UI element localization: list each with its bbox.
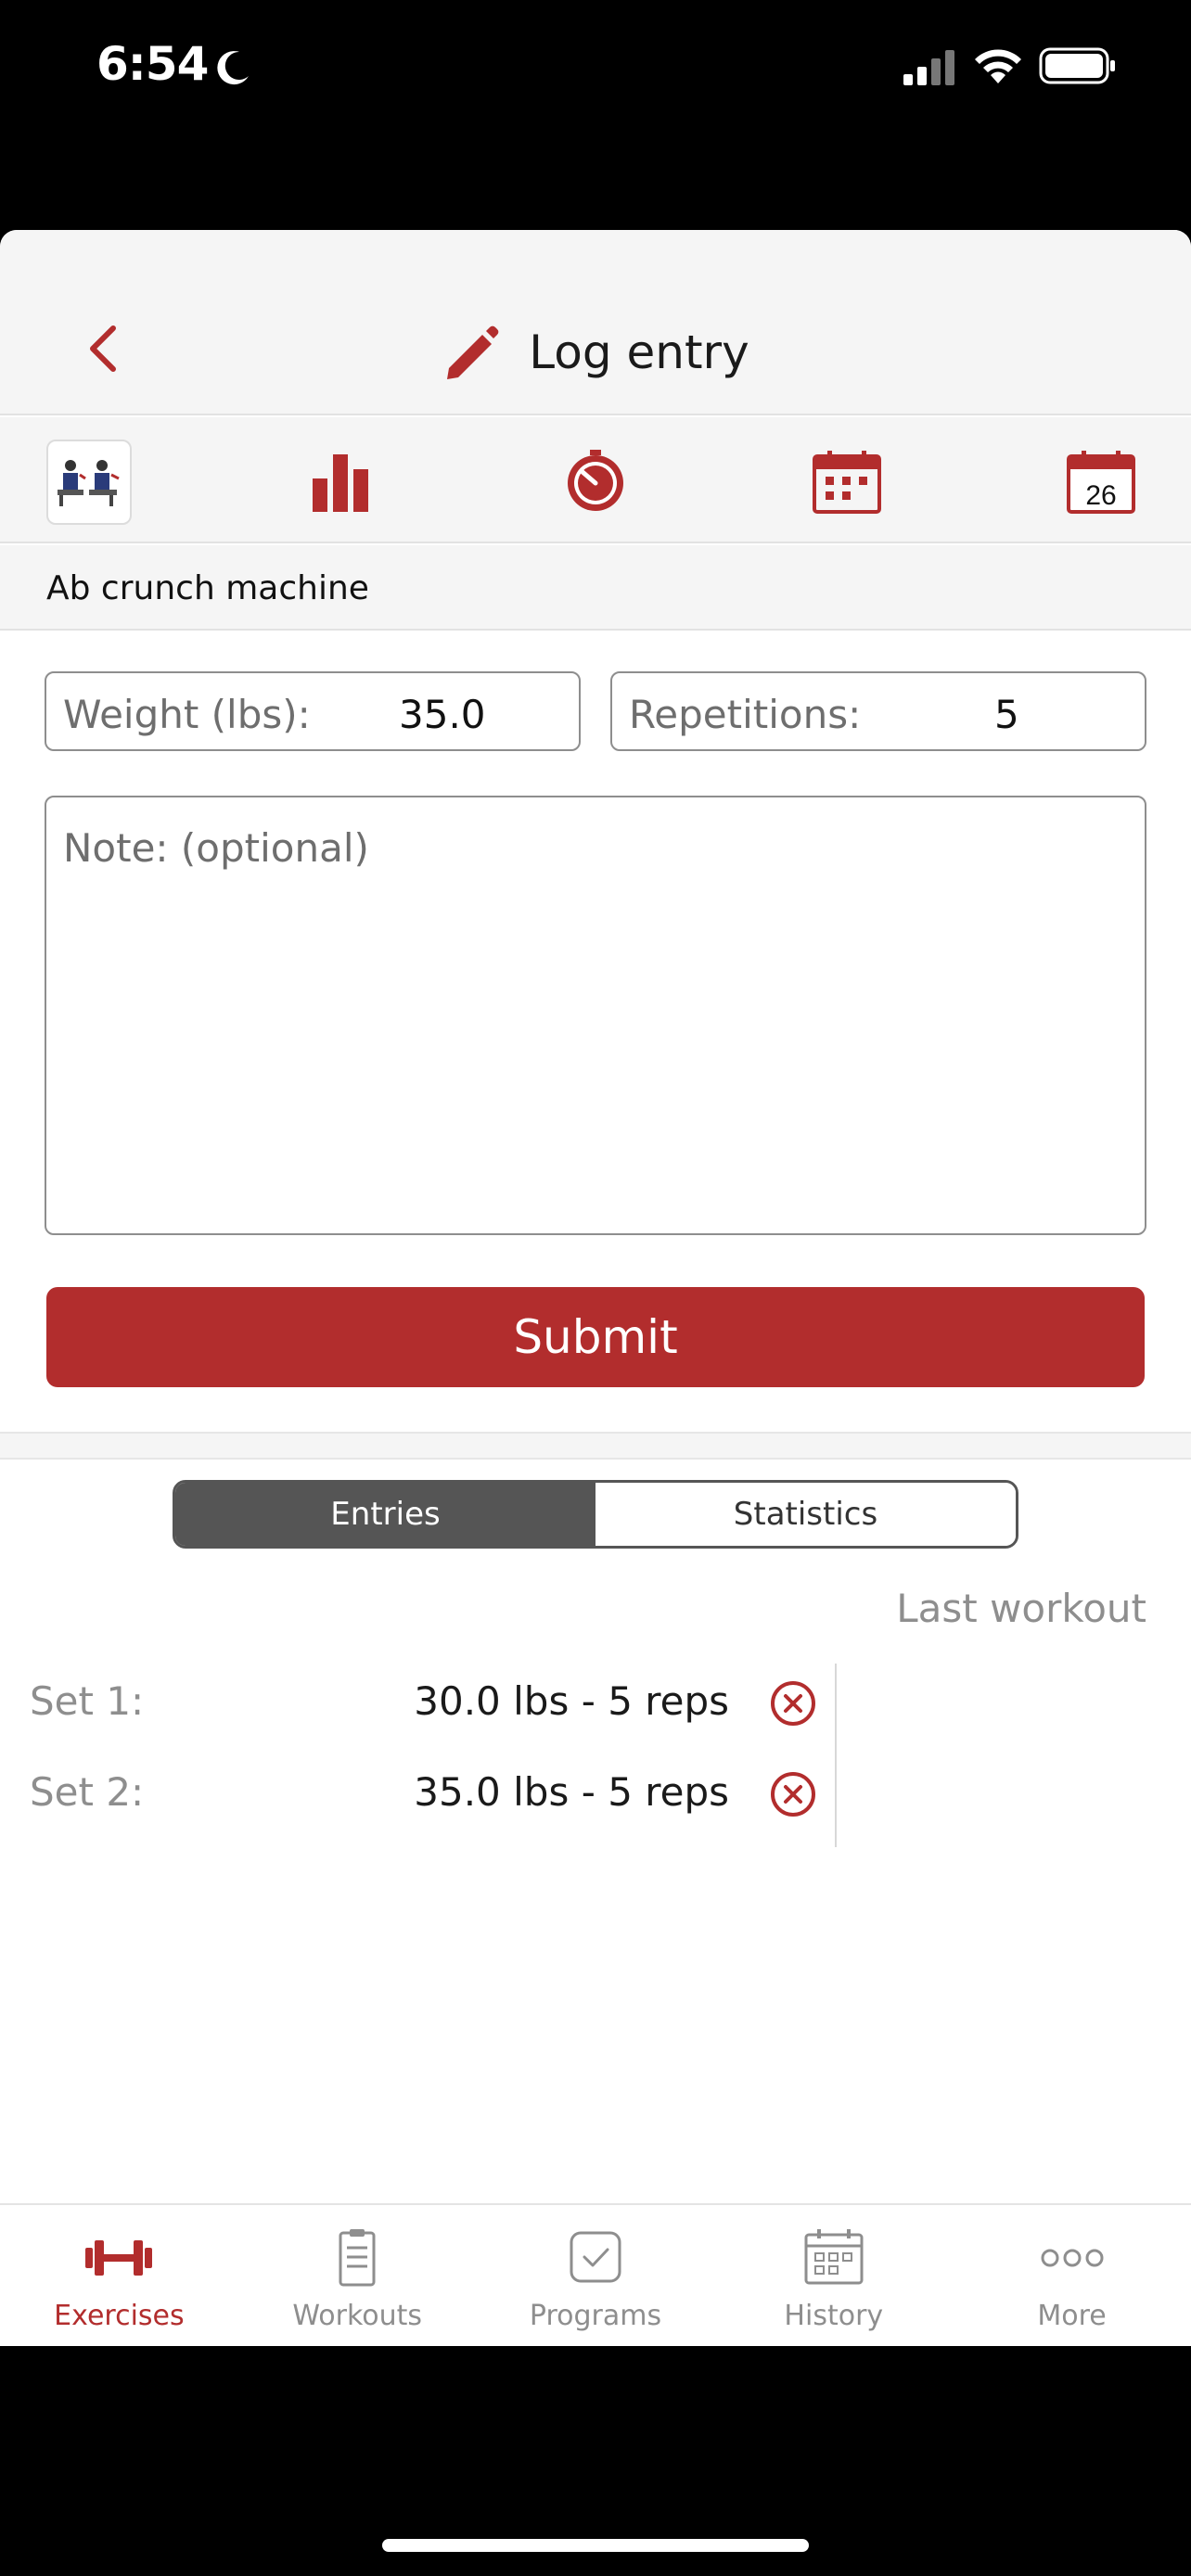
status-bar: 6:54 <box>0 0 1191 139</box>
pencil-icon <box>447 325 499 379</box>
entries-statistics-segmented-control: Entries Statistics <box>173 1480 1018 1549</box>
note-textarea[interactable]: Note: (optional) <box>45 796 1146 1235</box>
statistics-button[interactable] <box>299 440 382 523</box>
page-title: Log entry <box>529 325 749 379</box>
set-row: Set 1: 30.0 lbs - 5 reps <box>0 1658 839 1749</box>
bar-chart-icon <box>313 454 368 512</box>
tab-label: Programs <box>529 2300 662 2332</box>
set-value: 35.0 lbs - 5 reps <box>414 1769 729 1815</box>
tab-exercises[interactable]: Exercises <box>0 2205 238 2346</box>
set-row: Set 2: 35.0 lbs - 5 reps <box>0 1749 839 1840</box>
battery-icon <box>1039 47 1115 84</box>
tab-entries[interactable]: Entries <box>175 1483 596 1546</box>
calendar-icon <box>804 2229 864 2285</box>
tab-label: Exercises <box>54 2300 185 2332</box>
home-indicator <box>382 2539 809 2552</box>
note-placeholder: Note: (optional) <box>63 825 369 871</box>
exercise-name-row: Ab crunch machine <box>0 545 1191 631</box>
tab-programs[interactable]: Programs <box>477 2205 715 2346</box>
set-label: Set 1: <box>30 1678 145 1724</box>
calendar-grid-icon <box>813 451 881 514</box>
date-picker-button[interactable]: 26 <box>1059 440 1143 523</box>
repetitions-field[interactable]: Repetitions: 5 <box>610 671 1146 751</box>
tab-statistics[interactable]: Statistics <box>596 1483 1016 1546</box>
weight-label: Weight (lbs): <box>63 692 311 737</box>
set-value: 30.0 lbs - 5 reps <box>414 1678 729 1724</box>
tab-history[interactable]: History <box>714 2205 953 2346</box>
timer-icon <box>568 450 623 511</box>
last-workout-label: Last workout <box>896 1586 1146 1631</box>
tab-label: More <box>1037 2300 1107 2332</box>
exercise-thumbnail[interactable] <box>46 440 132 525</box>
wifi-icon <box>975 49 1021 83</box>
title-group: Log entry <box>0 323 1191 382</box>
cellular-signal-icon <box>903 50 954 85</box>
checkbox-icon <box>570 2231 621 2283</box>
exercise-illustration-icon <box>58 460 120 506</box>
tab-label: Workouts <box>292 2300 423 2332</box>
section-divider <box>0 1432 1191 1460</box>
clipboard-icon <box>339 2229 376 2287</box>
exercise-toolbar: 26 <box>0 417 1191 543</box>
calendar-day-number: 26 <box>1085 480 1116 511</box>
weight-value: 35.0 <box>399 692 486 737</box>
log-entry-sheet: Log entry 26 Ab crunch machine Weight (l… <box>0 230 1191 2346</box>
tab-bar: Exercises Workouts Programs History More <box>0 2203 1191 2346</box>
repetitions-label: Repetitions: <box>629 692 862 737</box>
exercise-name: Ab crunch machine <box>46 569 369 607</box>
status-time: 6:54 <box>96 37 209 91</box>
tab-label: History <box>784 2300 884 2332</box>
remove-set-icon[interactable] <box>768 1769 818 1819</box>
submit-button[interactable]: Submit <box>46 1287 1145 1387</box>
timer-button[interactable] <box>554 440 637 523</box>
sets-list: Set 1: 30.0 lbs - 5 reps Set 2: 35.0 lbs… <box>0 1658 839 1840</box>
calendar-day-icon: 26 <box>1067 451 1135 514</box>
calendar-button[interactable] <box>805 440 889 523</box>
more-dots-icon <box>1041 2249 1104 2267</box>
weight-field[interactable]: Weight (lbs): 35.0 <box>45 671 581 751</box>
remove-set-icon[interactable] <box>768 1678 818 1728</box>
repetitions-value: 5 <box>994 692 1019 737</box>
tab-more[interactable]: More <box>953 2205 1191 2346</box>
dumbbell-icon <box>85 2240 153 2276</box>
moon-icon <box>217 51 249 85</box>
set-label: Set 2: <box>30 1769 145 1815</box>
tab-workouts[interactable]: Workouts <box>238 2205 477 2346</box>
navigation-bar: Log entry <box>0 230 1191 415</box>
